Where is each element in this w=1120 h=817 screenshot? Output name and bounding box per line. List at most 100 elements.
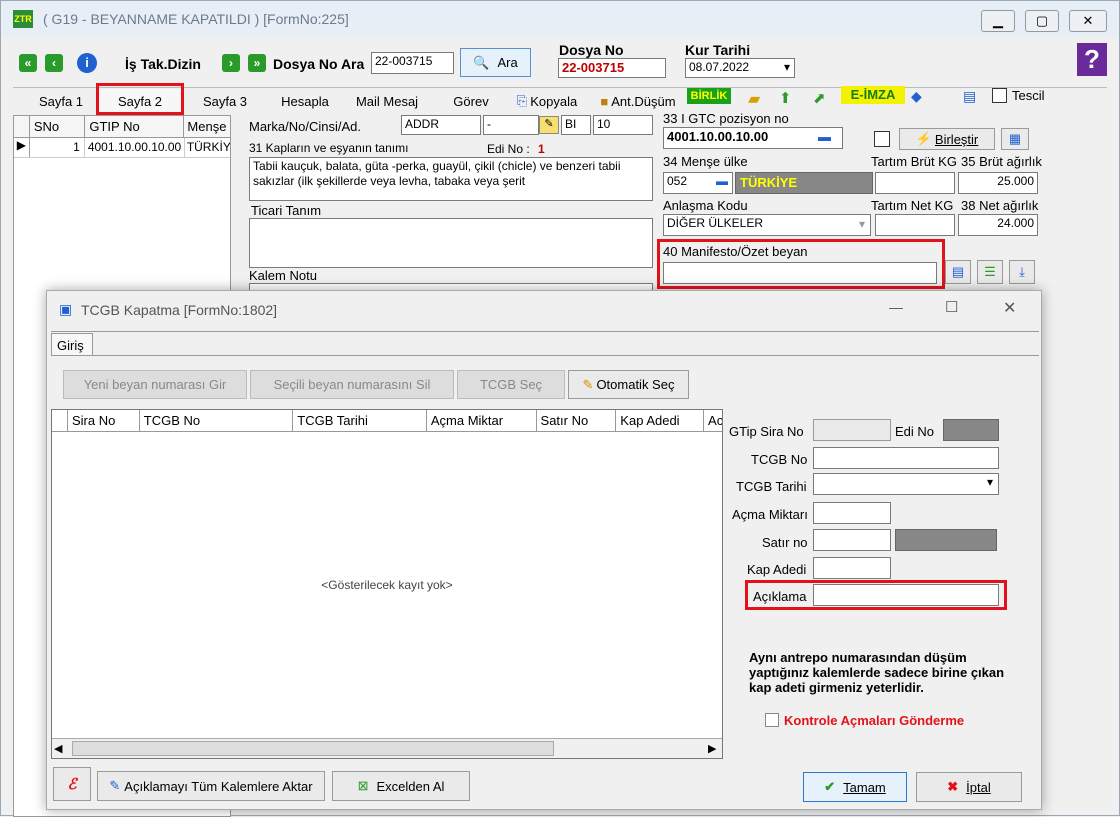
kaplar-textarea[interactable]: Tabii kauçuk, balata, güta -perka, guayü… (249, 157, 653, 201)
tcgb-tarihi-select[interactable]: ▾ (813, 473, 999, 495)
col-acma-miktar: Açma Miktar (427, 410, 537, 431)
shield-icon[interactable]: ◆ (911, 88, 922, 105)
scroll-left-icon[interactable]: ◀ (54, 742, 62, 755)
lookup-icon[interactable]: ▬ (818, 129, 831, 144)
net38-input[interactable]: 24.000 (958, 214, 1038, 236)
gtc-input[interactable]: 4001.10.00.10.00 ▬ (663, 127, 843, 149)
list-icon[interactable]: ☰ (977, 260, 1003, 284)
dialog-maximize-button[interactable]: ☐ (945, 298, 958, 316)
tab-hesapla[interactable]: Hesapla (269, 89, 341, 113)
dialog-title: TCGB Kapatma [FormNo:1802] (81, 302, 278, 318)
eb-icon[interactable]: ℰ (53, 767, 91, 801)
row-mense: TÜRKİY (186, 140, 230, 154)
tab-kopyala[interactable]: ⎘ Kopyala (509, 89, 585, 113)
maximize-button[interactable]: ▢ (1025, 10, 1059, 32)
col-tcgb-no: TCGB No (140, 410, 294, 431)
birlik-button[interactable]: BİRLİK (687, 88, 731, 104)
upload-icon[interactable]: ⬆ (779, 89, 792, 107)
marka-input[interactable]: ADDR (401, 115, 481, 135)
otomatik-sec-button[interactable]: ✎ Otomatik Seç (568, 370, 689, 399)
is-tak-dizin-label[interactable]: İş Tak.Dizin (125, 56, 201, 72)
mense-code-input[interactable]: 052 ▬ (663, 172, 733, 194)
ara-button-label: Ara (497, 55, 518, 70)
otomatik-sec-label: Otomatik Seç (596, 377, 675, 392)
prev-record-icon[interactable]: ‹ (45, 54, 63, 72)
dosya-no-search-input[interactable]: 22-003715 (371, 52, 454, 74)
lightning-icon: ⚡ (915, 131, 932, 146)
iptal-button[interactable]: ✖ İptal (916, 772, 1022, 802)
brut-kg-input[interactable] (875, 172, 955, 194)
minimize-button[interactable]: ▁ (981, 10, 1015, 32)
ticari-tanim-textarea[interactable] (249, 218, 653, 268)
marka-bi-input[interactable]: BI (561, 115, 591, 135)
dialog-close-button[interactable]: ✕ (1003, 298, 1016, 318)
copy-icon: ⎘ (516, 93, 528, 108)
chevron-down-icon: ▾ (986, 475, 993, 489)
col-satir-no: Satır No (537, 410, 617, 431)
manifesto-input[interactable] (663, 262, 937, 284)
brut35-label: 35 Brüt ağırlık (961, 154, 1042, 169)
horizontal-scrollbar[interactable]: ◀ ▶ (52, 738, 722, 758)
magic-wand-icon: ✎ (582, 376, 594, 392)
birlestir-button[interactable]: ⚡ Birleştir (899, 128, 995, 150)
anlasma-select[interactable]: DİĞER ÜLKELER ▾ (663, 214, 871, 236)
export-icon[interactable]: ⬈ (813, 89, 826, 107)
tescil-checkbox[interactable] (992, 88, 1007, 103)
tab-sayfa-3[interactable]: Sayfa 3 (191, 89, 259, 113)
excelden-al-button[interactable]: ⊠ Excelden Al (332, 771, 470, 801)
info-icon[interactable]: i (77, 53, 97, 73)
folder-icon[interactable]: ▰ (748, 89, 760, 109)
tcgb-sec-button[interactable]: TCGB Seç (457, 370, 565, 399)
keyboard-icon[interactable]: ▦ (1001, 128, 1029, 150)
tab-sayfa-1[interactable]: Sayfa 1 (25, 89, 97, 113)
help-icon[interactable]: ? (1077, 43, 1107, 76)
kap-adedi-input[interactable] (813, 557, 891, 579)
search-icon: 🔍 (473, 54, 490, 70)
import-icon[interactable]: ⤓ (1009, 260, 1035, 284)
tab-gorev[interactable]: Görev (441, 89, 501, 113)
tab-ant-dusum[interactable]: ■ Ant.Düşüm (593, 89, 683, 113)
kontrole-checkbox[interactable] (765, 713, 779, 727)
gtc-checkbox[interactable] (874, 131, 890, 147)
dialog-minimize-button[interactable]: — (889, 299, 903, 315)
tamam-label: Tamam (843, 779, 886, 795)
tab-ant-dusum-label: Ant.Düşüm (611, 93, 676, 109)
yeni-beyan-button[interactable]: Yeni beyan numarası Gir (63, 370, 247, 399)
lookup-icon[interactable]: ▬ (716, 174, 728, 188)
notes-icon[interactable]: ▤ (945, 260, 971, 284)
marka-qty-input[interactable]: 10 (593, 115, 653, 135)
secili-beyan-sil-button[interactable]: Seçili beyan numarasını Sil (250, 370, 454, 399)
marka-dash-input[interactable]: - (483, 115, 539, 135)
scroll-right-icon[interactable]: ▶ (708, 742, 716, 755)
net-kg-input[interactable] (875, 214, 955, 236)
items-header-mense: Menşe (187, 119, 227, 134)
tcgb-grid[interactable]: Sira No TCGB No TCGB Tarihi Açma Miktar … (51, 409, 723, 759)
tab-mail-mesaj[interactable]: Mail Mesaj (345, 89, 429, 113)
birlestir-label: Birleştir (934, 131, 979, 147)
document-icon[interactable]: ▤ (963, 88, 976, 105)
tamam-button[interactable]: ✔ Tamam (803, 772, 907, 802)
tcgb-no-input[interactable] (813, 447, 999, 469)
aciklama-input[interactable] (813, 584, 999, 606)
acma-miktari-input[interactable] (813, 502, 891, 524)
next-record-icon[interactable]: › (222, 54, 240, 72)
close-button[interactable]: ✕ (1069, 10, 1107, 32)
gtc-value: 4001.10.00.10.00 (667, 129, 769, 144)
edit-icon[interactable]: ✎ (539, 116, 559, 134)
scrollbar-thumb[interactable] (72, 741, 554, 756)
tcgb-kapatma-dialog: ▣ TCGB Kapatma [FormNo:1802] — ☐ ✕ Giriş… (46, 290, 1042, 810)
aciklama-aktar-button[interactable]: ✎ Açıklamayı Tüm Kalemlere Aktar (97, 771, 325, 801)
brut35-input[interactable]: 25.000 (958, 172, 1038, 194)
tab-giris[interactable]: Giriş (51, 333, 93, 355)
kur-tarihi-select[interactable]: 08.07.2022 ▾ (685, 58, 795, 78)
first-record-icon[interactable]: « (19, 54, 37, 72)
ara-button[interactable]: 🔍 Ara (460, 48, 531, 77)
aciklama-label: Açıklama (753, 589, 807, 604)
edi-no-label-dialog: Edi No (895, 424, 935, 439)
table-row[interactable]: ▶ 1 4001.10.00.10.00 TÜRKİY (14, 138, 230, 158)
satir-no-input[interactable] (813, 529, 891, 551)
highlight-tab-sayfa-2 (96, 83, 184, 115)
e-imza-button[interactable]: E-İMZA (841, 86, 905, 104)
last-record-icon[interactable]: » (248, 54, 266, 72)
col-kap-adedi: Kap Adedi (616, 410, 705, 431)
